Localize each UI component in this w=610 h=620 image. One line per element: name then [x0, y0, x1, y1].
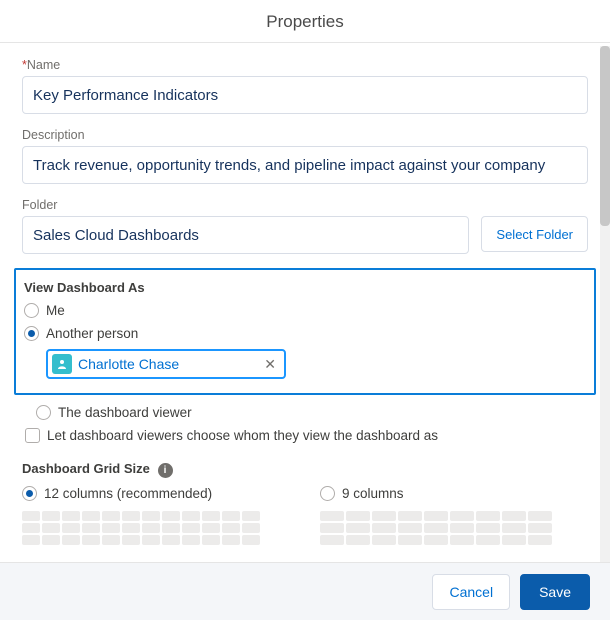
- person-pill[interactable]: Charlotte Chase ✕: [46, 349, 286, 379]
- view-as-viewer[interactable]: The dashboard viewer: [36, 405, 588, 420]
- name-input[interactable]: [22, 76, 588, 114]
- grid-size-section: Dashboard Grid Size i 12 columns (recomm…: [22, 461, 588, 545]
- folder-label: Folder: [22, 198, 588, 212]
- select-folder-button[interactable]: Select Folder: [481, 216, 588, 252]
- description-field: Description: [22, 128, 588, 184]
- radio-label: 9 columns: [342, 486, 404, 501]
- view-as-me[interactable]: Me: [24, 303, 586, 318]
- view-as-label: View Dashboard As: [24, 280, 586, 295]
- radio-icon: [320, 486, 335, 501]
- checkbox-label: Let dashboard viewers choose whom they v…: [47, 428, 438, 443]
- let-viewers-choose[interactable]: Let dashboard viewers choose whom they v…: [25, 428, 588, 443]
- person-icon: [52, 354, 72, 374]
- grid-9-radio[interactable]: 9 columns: [320, 486, 552, 501]
- description-input[interactable]: [22, 146, 588, 184]
- folder-field: Folder Select Folder: [22, 198, 588, 254]
- person-name: Charlotte Chase: [78, 356, 256, 372]
- info-icon[interactable]: i: [158, 463, 173, 478]
- radio-icon: [24, 303, 39, 318]
- radio-label: 12 columns (recommended): [44, 486, 212, 501]
- grid-12-preview: [22, 511, 260, 545]
- dialog-title: Properties: [0, 0, 610, 42]
- checkbox-icon: [25, 428, 40, 443]
- radio-label: Me: [46, 303, 65, 318]
- grid-12-option[interactable]: 12 columns (recommended): [22, 486, 260, 545]
- description-label: Description: [22, 128, 588, 142]
- cancel-button[interactable]: Cancel: [432, 574, 510, 610]
- grid-9-preview: [320, 511, 552, 545]
- save-button[interactable]: Save: [520, 574, 590, 610]
- grid-size-label: Dashboard Grid Size i: [22, 461, 588, 478]
- name-label: *Name: [22, 58, 588, 72]
- folder-input[interactable]: [22, 216, 469, 254]
- divider: [0, 42, 610, 43]
- name-field: *Name: [22, 58, 588, 114]
- view-as-another[interactable]: Another person: [24, 326, 586, 341]
- radio-icon: [36, 405, 51, 420]
- grid-9-option[interactable]: 9 columns: [320, 486, 552, 545]
- remove-person-icon[interactable]: ✕: [262, 356, 278, 373]
- radio-label: Another person: [46, 326, 138, 341]
- radio-icon: [22, 486, 37, 501]
- radio-icon: [24, 326, 39, 341]
- view-as-highlight: View Dashboard As Me Another person Char…: [14, 268, 596, 395]
- grid-12-radio[interactable]: 12 columns (recommended): [22, 486, 260, 501]
- dialog-footer: Cancel Save: [0, 562, 610, 620]
- dialog-body: *Name Description Folder Select Folder V…: [0, 46, 610, 562]
- radio-label: The dashboard viewer: [58, 405, 192, 420]
